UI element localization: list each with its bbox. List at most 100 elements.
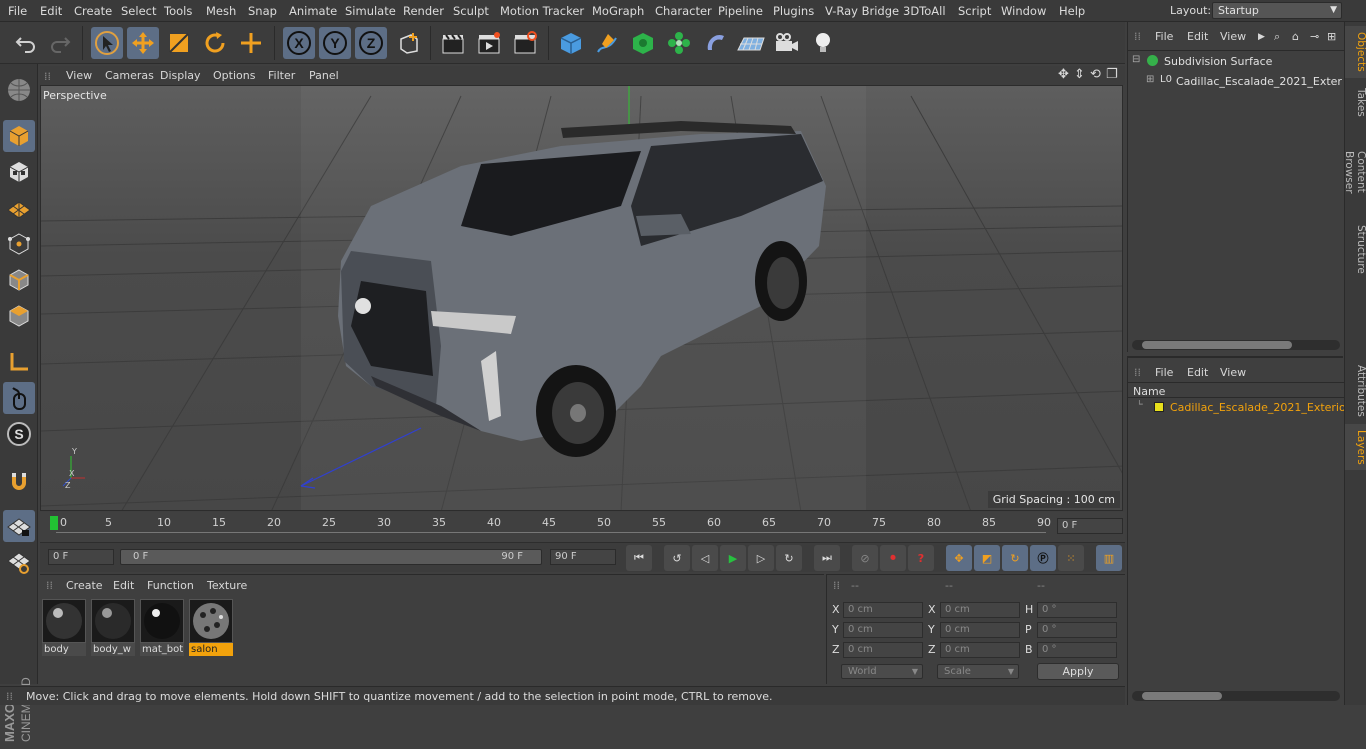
search-icon[interactable]: ⌕ (1274, 30, 1280, 44)
tab-structure[interactable]: Structure (1345, 220, 1366, 276)
tab-objects[interactable]: Objects (1345, 26, 1366, 78)
key-rotation-button[interactable]: ↻ (1002, 545, 1028, 571)
position-z-field[interactable]: 0 cm (843, 642, 923, 658)
floor-button[interactable] (735, 27, 767, 59)
menu-pipeline[interactable]: Pipeline (718, 4, 763, 18)
model-mode-button[interactable] (3, 120, 35, 152)
menu-tools[interactable]: Tools (164, 4, 192, 18)
menu-file[interactable]: File (8, 4, 27, 18)
layers-menu-file[interactable]: File (1155, 366, 1173, 379)
arrow-right-icon[interactable]: ▶ (1258, 32, 1265, 42)
home-icon[interactable]: ⌂ (1292, 30, 1299, 43)
zoom-view-icon[interactable]: ⇕ (1074, 67, 1085, 82)
tab-content-browser[interactable]: Content Browser (1343, 126, 1366, 218)
viewport-menu-cameras[interactable]: Cameras (105, 69, 154, 82)
cube-primitive-button[interactable] (555, 27, 587, 59)
key-pla-button[interactable]: ⁙ (1058, 545, 1084, 571)
start-frame-field[interactable]: 0 F (48, 549, 114, 565)
preview-range-slider[interactable]: 0 F 90 F (120, 549, 542, 565)
keyframe-selection-button[interactable]: ? (908, 545, 934, 571)
recent-tools-button[interactable] (235, 27, 267, 59)
viewport-menu-filter[interactable]: Filter (268, 69, 295, 82)
cloner-button[interactable] (663, 27, 695, 59)
menu-character[interactable]: Character (655, 4, 712, 18)
render-view-button[interactable] (437, 27, 469, 59)
play-button[interactable]: ▶ (720, 545, 746, 571)
layer-color-swatch[interactable] (1154, 402, 1164, 412)
rotation-b-field[interactable]: 0 ° (1037, 642, 1117, 658)
menu-window[interactable]: Window (1001, 4, 1046, 18)
objects-menu-file[interactable]: File (1155, 30, 1173, 43)
layout-select[interactable]: Startup ▼ (1212, 2, 1342, 19)
axis-mode-button[interactable] (3, 346, 35, 378)
menu-script[interactable]: Script (958, 4, 991, 18)
viewport-menu-options[interactable]: Options (213, 69, 255, 82)
timeline-ruler[interactable]: 0 5 10 15 20 25 30 35 40 45 50 55 60 65 … (40, 512, 1125, 542)
layers-horizontal-scrollbar[interactable] (1132, 691, 1340, 701)
rotate-view-icon[interactable]: ⟲ (1090, 67, 1101, 82)
menu-help[interactable]: Help (1059, 4, 1085, 18)
menu-create[interactable]: Create (74, 4, 112, 18)
expand-icon[interactable]: ⊞ (1146, 74, 1154, 85)
link-icon[interactable]: ⊸ (1310, 30, 1319, 43)
tweak-mode-button[interactable] (3, 382, 35, 414)
objects-horizontal-scrollbar[interactable] (1132, 340, 1340, 350)
x-axis-lock-button[interactable]: X (283, 27, 315, 59)
viewport-menu-display[interactable]: Display (160, 69, 201, 82)
deformer-button[interactable] (699, 27, 731, 59)
perspective-viewport[interactable]: Y X Z Perspective Grid Spacing : 100 cm (40, 85, 1123, 511)
menu-motion-tracker[interactable]: Motion Tracker (500, 4, 584, 18)
menu-animate[interactable]: Animate (289, 4, 337, 18)
rotation-h-field[interactable]: 0 ° (1037, 602, 1117, 618)
new-window-icon[interactable]: ⊞ (1327, 30, 1336, 43)
viewport-menu-panel[interactable]: Panel (309, 69, 339, 82)
playhead[interactable] (50, 516, 58, 530)
menu-mesh[interactable]: Mesh (206, 4, 236, 18)
scroll-thumb[interactable] (1142, 341, 1292, 349)
render-to-picture-viewer-button[interactable] (473, 27, 505, 59)
make-editable-button[interactable] (3, 74, 35, 106)
layers-menu-edit[interactable]: Edit (1187, 366, 1208, 379)
key-parameter-button[interactable]: Ⓟ (1030, 545, 1056, 571)
objects-menu-edit[interactable]: Edit (1187, 30, 1208, 43)
pan-view-icon[interactable]: ✥ (1058, 67, 1069, 82)
timeline-window-button[interactable]: ▥ (1096, 545, 1122, 571)
texture-mode-button[interactable] (3, 156, 35, 188)
polygon-mode-button[interactable] (3, 300, 35, 332)
z-axis-lock-button[interactable]: Z (355, 27, 387, 59)
menu-sculpt[interactable]: Sculpt (453, 4, 489, 18)
y-axis-lock-button[interactable]: Y (319, 27, 351, 59)
coordinate-system-button[interactable] (393, 27, 425, 59)
record-keys-button[interactable]: ⊘ (852, 545, 878, 571)
menu-vray-bridge[interactable]: V-Ray Bridge (825, 4, 899, 18)
tab-attributes[interactable]: Attributes (1345, 360, 1366, 420)
key-position-button[interactable]: ✥ (946, 545, 972, 571)
layers-menu-view[interactable]: View (1220, 366, 1246, 379)
tab-takes[interactable]: Takes (1345, 82, 1366, 122)
pen-spline-button[interactable] (591, 27, 623, 59)
next-key-button[interactable]: ↻ (776, 545, 802, 571)
go-to-end-button[interactable]: ⏭ (814, 545, 840, 571)
camera-button[interactable] (771, 27, 803, 59)
objects-menu-view[interactable]: View (1220, 30, 1246, 43)
collapse-icon[interactable]: ⊟ (1132, 54, 1140, 65)
light-button[interactable] (807, 27, 839, 59)
autokeying-button[interactable]: ⏺ (880, 545, 906, 571)
scale-tool-button[interactable] (163, 27, 195, 59)
move-tool-button[interactable] (127, 27, 159, 59)
workplane-mode-button[interactable] (3, 192, 35, 224)
key-scale-button[interactable]: ◩ (974, 545, 1000, 571)
viewport-menu-view[interactable]: View (66, 69, 92, 82)
size-x-field[interactable]: 0 cm (940, 602, 1020, 618)
locked-workplane-button[interactable] (3, 546, 35, 578)
menu-snap[interactable]: Snap (248, 4, 277, 18)
apply-button[interactable]: Apply (1037, 663, 1119, 680)
point-mode-button[interactable] (3, 228, 35, 260)
menu-select[interactable]: Select (121, 4, 156, 18)
size-mode-dropdown[interactable]: Scale ▼ (937, 664, 1019, 679)
previous-frame-button[interactable]: ◁ (692, 545, 718, 571)
material-swatch-body-w[interactable]: body_w (91, 599, 135, 657)
menu-3dtoall[interactable]: 3DToAll (903, 4, 946, 18)
menu-simulate[interactable]: Simulate (345, 4, 396, 18)
edge-mode-button[interactable] (3, 264, 35, 296)
